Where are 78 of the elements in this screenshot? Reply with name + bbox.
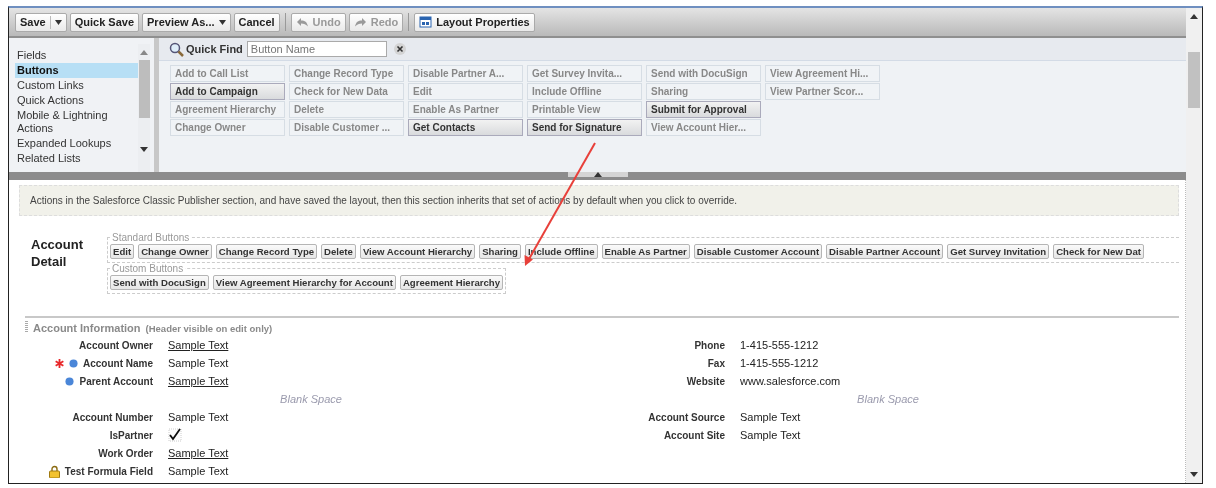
toolbar-button[interactable]: Cancel [233,12,280,32]
category-item[interactable]: Expanded Lookups [15,136,138,151]
palette-button-item[interactable]: Send for Signature [527,119,642,136]
list-scrollbar[interactable] [138,44,150,172]
field-label: Test Formula Field [64,465,153,477]
field-label: Account Number [72,411,153,423]
category-item[interactable]: Buttons [15,63,138,78]
caret-icon [218,19,226,25]
field-label: IsPartner [109,429,153,441]
field-label: Phone [694,339,725,351]
save-button[interactable]: Save [15,12,67,32]
layout-button[interactable]: Agreement Hierarchy [399,275,503,290]
field-label: Work Order [98,447,153,459]
field-value: Sample Text [168,357,229,369]
field-value: Sample Text [168,447,229,459]
layout-button[interactable]: Send with DocuSign [110,275,209,290]
scrollbar-thumb[interactable] [138,60,150,118]
field-value: 1-415-555-1212 [740,339,819,351]
field-value: Sample Text [740,429,801,441]
layout-icon [419,16,433,28]
section-note: (Header visible on edit only) [145,323,273,334]
scrollbar-thumb[interactable] [1188,52,1200,108]
field-label: Website [686,375,725,387]
blank-space-label: Blank Space [856,393,920,405]
field-value: Sample Text [168,465,229,477]
layout-button[interactable]: Delete [321,244,356,259]
layout-button[interactable]: View Account Hierarchy [359,244,476,259]
field-value: Sample Text [740,411,801,423]
category-item[interactable]: Related Lists [15,151,138,166]
quick-find-field[interactable]: Button Name [246,41,387,57]
field-value: 1-415-555-1212 [740,357,819,369]
layout-button[interactable]: View Agreement Hierarchy for Account [212,275,396,290]
field-label: Fax [707,357,725,369]
field-value: www.salesforce.com [740,375,841,387]
section-title: Account Information [33,322,141,334]
field-value: Sample Text [168,339,229,351]
category-item[interactable]: Fields [15,48,138,63]
layout-button[interactable]: Disable Partner Account [826,244,944,259]
clear-icon[interactable] [393,43,406,55]
field-label: Account Owner [79,339,153,351]
group-legend: Standard Buttons [110,232,192,243]
preview-button[interactable]: Preview As... [142,12,231,32]
drag-handle-icon[interactable] [25,321,28,332]
splitter-handle[interactable] [567,172,628,177]
search-icon [169,41,184,57]
toolbar-button[interactable]: Quick Save [69,12,140,32]
page-scrollbar[interactable] [1186,8,1202,483]
blank-space-label: Blank Space [279,393,343,405]
field-label: Account Site [663,429,725,441]
field-label: Account Source [648,411,725,423]
palette-button-item[interactable]: Submit for Approval [646,101,761,118]
group-legend: Custom Buttons [110,263,186,274]
section-title: Account Detail [31,236,84,271]
scroll-down-icon[interactable] [1189,471,1199,479]
layout-button[interactable]: Disable Customer Account [693,244,823,259]
category-item[interactable]: Quick Actions [15,93,138,108]
field-label: Parent Account [79,375,153,387]
layout-button[interactable]: Enable As Partner [601,244,690,259]
field-value: Sample Text [168,375,229,387]
layout-properties-button[interactable]: Layout Properties [414,12,535,32]
palette-button-item[interactable]: Get Contacts [408,119,523,136]
layout-button[interactable]: Get Survey Invitation [947,244,1050,259]
quick-find-label: Quick Find [186,43,243,55]
layout-button[interactable]: Change Record Type [215,244,318,259]
category-item[interactable]: Mobile & Lightning Actions [15,108,138,136]
undo-icon [295,16,309,28]
layout-button[interactable]: Sharing [479,244,521,259]
scroll-up-icon[interactable] [1189,12,1199,20]
layout-button[interactable]: Change Owner [138,244,212,259]
category-item[interactable]: Custom Links [15,78,138,93]
redo-icon [353,16,367,28]
field-label: Account Name [83,357,153,369]
layout-button[interactable]: Check for New Dat [1053,244,1144,259]
palette-button-item[interactable]: Add to Campaign [170,83,285,100]
scroll-down-icon[interactable] [139,146,149,154]
field-value: Sample Text [168,411,229,423]
layout-button[interactable]: Edit [110,244,135,259]
caret-icon [54,19,62,25]
